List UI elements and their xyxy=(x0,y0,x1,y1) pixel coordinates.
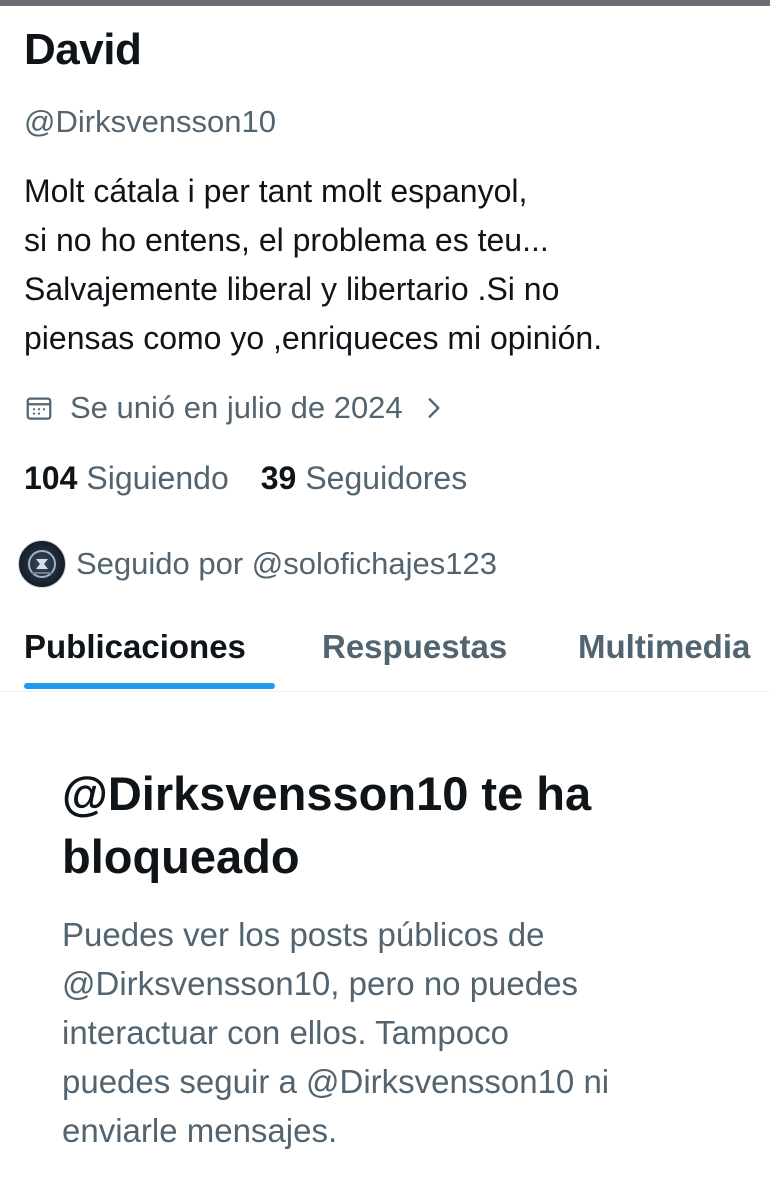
blocked-description-line: interactuar con ellos. Tampoco xyxy=(62,1014,509,1051)
follow-stats: 104 Siguiendo 39 Seguidores xyxy=(24,455,467,501)
joined-date-row[interactable]: Se unió en julio de 2024 xyxy=(24,386,447,430)
status-bar-edge xyxy=(0,0,770,6)
calendar-icon xyxy=(24,393,54,423)
bio: Molt cátala i per tant molt espanyol, si… xyxy=(24,167,764,363)
tab-respuestas[interactable]: Respuestas xyxy=(322,625,507,669)
followers-count: 39 xyxy=(260,459,297,496)
blocked-title: @Dirksvensson10 te ha bloqueado xyxy=(62,762,752,888)
blocked-description-line: @Dirksvensson10, pero no puedes xyxy=(62,965,578,1002)
blocked-description-line: puedes seguir a @Dirksvensson10 ni xyxy=(62,1063,610,1100)
display-name: David xyxy=(24,25,142,74)
user-handle: @Dirksvensson10 xyxy=(24,104,277,139)
blocked-description: Puedes ver los posts públicos de @Dirksv… xyxy=(62,910,762,1155)
following-label: Siguiendo xyxy=(86,459,229,496)
following-link[interactable]: 104 Siguiendo xyxy=(24,460,229,497)
followed-by-text: Seguido por @solofichajes123 xyxy=(76,546,497,581)
blocked-description-line: Puedes ver los posts públicos de xyxy=(62,916,545,953)
followers-label: Seguidores xyxy=(305,459,468,496)
profile-page: David @Dirksvensson10 Molt cátala i per … xyxy=(0,0,770,1200)
active-tab-indicator xyxy=(24,683,275,689)
joined-date-text: Se unió en julio de 2024 xyxy=(70,390,403,425)
profile-tabs: Publicaciones Respuestas Multimedia xyxy=(0,615,770,692)
blocked-description-line: enviarle mensajes. xyxy=(62,1112,338,1149)
bio-line: piensas como yo ,enriqueces mi opinión. xyxy=(24,320,603,356)
tab-publicaciones[interactable]: Publicaciones xyxy=(24,625,246,669)
tab-multimedia[interactable]: Multimedia xyxy=(578,625,750,669)
chevron-right-icon xyxy=(421,395,447,421)
blocked-title-line: @Dirksvensson10 te ha xyxy=(62,767,592,820)
avatar xyxy=(18,540,66,588)
followers-link[interactable]: 39 Seguidores xyxy=(261,460,467,497)
bio-line: Salvajemente liberal y libertario .Si no xyxy=(24,271,560,307)
following-count: 104 xyxy=(24,459,78,496)
followed-by-row[interactable]: Seguido por @solofichajes123 xyxy=(18,538,497,590)
bio-line: Molt cátala i per tant molt espanyol, xyxy=(24,173,528,209)
bio-line: si no ho entens, el problema es teu... xyxy=(24,222,549,258)
blocked-title-line: bloqueado xyxy=(62,830,300,883)
